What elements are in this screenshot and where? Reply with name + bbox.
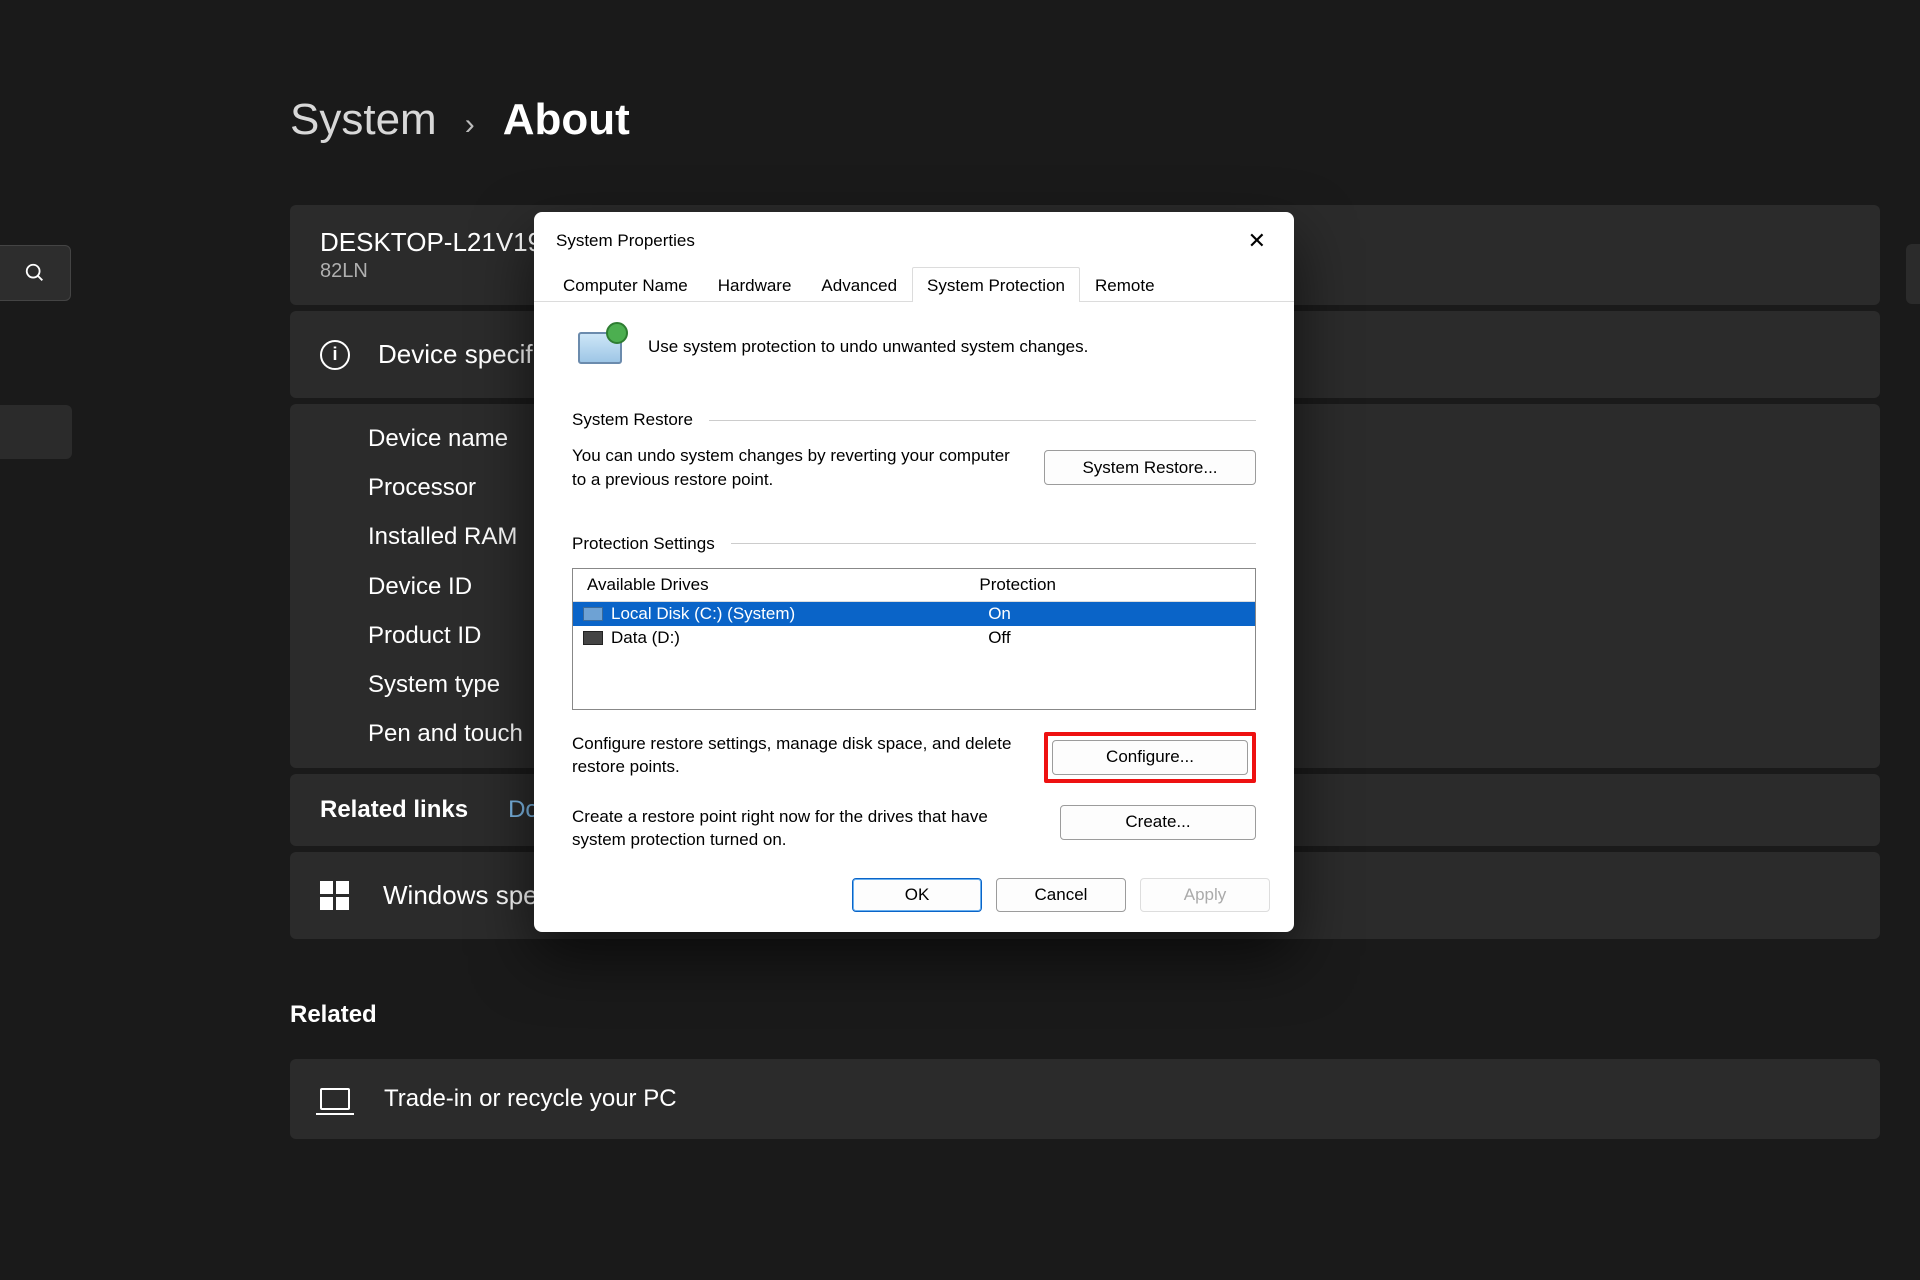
ok-button[interactable]: OK <box>852 878 982 912</box>
right-edge-stub <box>1906 244 1920 304</box>
tradein-label: Trade-in or recycle your PC <box>384 1085 677 1113</box>
col-protection: Protection <box>979 575 1241 595</box>
tab-computer-name[interactable]: Computer Name <box>548 267 703 302</box>
chevron-right-icon: › <box>465 108 475 142</box>
tab-remote[interactable]: Remote <box>1080 267 1170 302</box>
tab-hardware[interactable]: Hardware <box>703 267 807 302</box>
info-icon: i <box>320 340 350 370</box>
intro-text: Use system protection to undo unwanted s… <box>648 337 1088 357</box>
search-button[interactable] <box>0 245 71 301</box>
related-links-label: Related links <box>320 796 468 824</box>
system-restore-button[interactable]: System Restore... <box>1044 450 1256 485</box>
system-protection-icon <box>572 322 628 372</box>
divider <box>731 543 1256 544</box>
tab-system-protection[interactable]: System Protection <box>912 267 1080 302</box>
dialog-tabs: Computer Name Hardware Advanced System P… <box>534 266 1294 302</box>
configure-button[interactable]: Configure... <box>1052 740 1248 775</box>
highlight-configure: Configure... <box>1044 732 1256 783</box>
tradein-card[interactable]: Trade-in or recycle your PC <box>290 1059 1880 1139</box>
protection-settings-heading: Protection Settings <box>572 534 715 554</box>
drive-protection: Off <box>988 628 1253 648</box>
drive-icon <box>583 607 603 621</box>
drive-protection: On <box>988 604 1253 624</box>
system-restore-desc: You can undo system changes by reverting… <box>572 444 1014 492</box>
col-available-drives: Available Drives <box>587 575 979 595</box>
drives-table[interactable]: Available Drives Protection Local Disk (… <box>572 568 1256 710</box>
apply-button: Apply <box>1140 878 1270 912</box>
close-button[interactable]: ✕ <box>1240 226 1274 256</box>
create-button[interactable]: Create... <box>1060 805 1256 840</box>
configure-desc: Configure restore settings, manage disk … <box>572 732 1014 780</box>
drive-name: Data (D:) <box>611 628 980 648</box>
search-icon <box>24 262 46 284</box>
drive-row[interactable]: Data (D:) Off <box>573 626 1255 650</box>
cancel-button[interactable]: Cancel <box>996 878 1126 912</box>
breadcrumb-about: About <box>503 95 630 145</box>
dialog-title: System Properties <box>556 231 695 251</box>
breadcrumb-system[interactable]: System <box>290 95 437 145</box>
create-desc: Create a restore point right now for the… <box>572 805 1030 853</box>
windows-icon <box>320 881 349 910</box>
divider <box>709 420 1256 421</box>
system-restore-heading: System Restore <box>572 410 693 430</box>
drive-row[interactable]: Local Disk (C:) (System) On <box>573 602 1255 626</box>
related-heading: Related <box>290 1001 1880 1029</box>
system-properties-dialog: System Properties ✕ Computer Name Hardwa… <box>534 212 1294 932</box>
laptop-icon <box>320 1088 350 1110</box>
tab-advanced[interactable]: Advanced <box>806 267 912 302</box>
drive-name: Local Disk (C:) (System) <box>611 604 980 624</box>
drive-icon <box>583 631 603 645</box>
breadcrumb: System › About <box>290 95 1880 145</box>
sidebar-selected-stub <box>0 405 72 459</box>
